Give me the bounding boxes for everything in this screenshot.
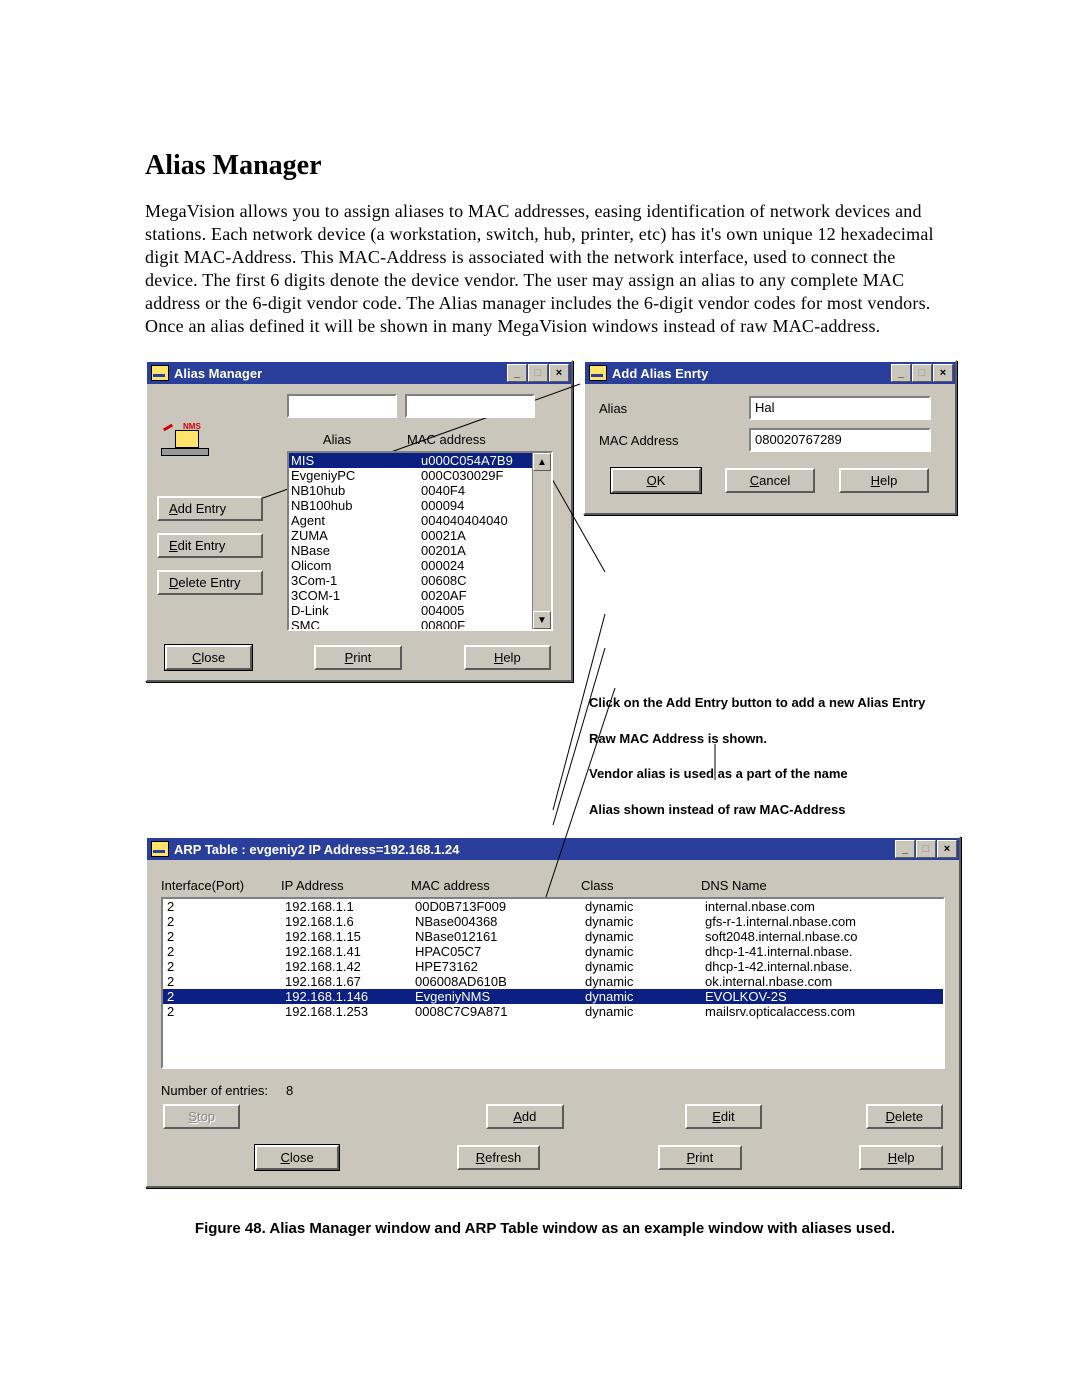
screenshot-figure: Alias Manager _ □ × NMS [145,360,957,1188]
scrollbar[interactable]: ▲ ▼ [532,453,551,629]
delete-button[interactable]: Delete [866,1104,943,1129]
arp-listbox[interactable]: 2192.168.1.100D0B713F009dynamicinternal.… [161,897,945,1069]
alias-window-title: Alias Manager [174,366,262,381]
close-icon[interactable]: × [549,364,569,382]
list-item[interactable]: SMC00800F [289,618,551,631]
cancel-button[interactable]: Cancel [725,468,815,493]
stop-button[interactable]: Stop [163,1104,240,1129]
arp-h-ip: IP Address [281,878,411,893]
scroll-down-icon[interactable]: ▼ [533,611,551,629]
add-alias-window: Add Alias Enrty _ □ × Alias Hal MAC Addr… [583,360,957,515]
maximize-icon[interactable]: □ [528,364,548,382]
add-button[interactable]: Add [486,1104,563,1129]
add-window-title: Add Alias Enrty [612,366,708,381]
minimize-icon[interactable]: _ [507,364,527,382]
list-item[interactable]: 3Com-100608C [289,573,551,588]
table-row[interactable]: 2192.168.1.6NBase004368dynamicgfs-r-1.in… [163,914,943,929]
mac-input[interactable]: 080020767289 [749,428,931,452]
annotation-3: Vendor alias is used as a part of the na… [589,765,957,783]
annotation-4: Alias shown instead of raw MAC-Address [589,801,957,819]
arp-titlebar[interactable]: ARP Table : evgeniy2 IP Address=192.168.… [147,838,959,860]
arp-h-mac: MAC address [411,878,581,893]
list-item[interactable]: EvgeniyPC000C030029F [289,468,551,483]
close-button[interactable]: Close [165,645,252,670]
help-button[interactable]: Help [859,1145,943,1170]
arp-h-iface: Interface(Port) [161,878,281,893]
arp-table-window: ARP Table : evgeniy2 IP Address=192.168.… [145,836,961,1188]
num-entries-value: 8 [286,1083,293,1098]
delete-entry-button[interactable]: Delete Entry [157,570,263,595]
table-row[interactable]: 2192.168.1.67006008AD610Bdynamicok.inter… [163,974,943,989]
list-item[interactable]: MISu000C054A7B9 [289,453,551,468]
list-item[interactable]: NBase00201A [289,543,551,558]
list-item[interactable]: D-Link004005 [289,603,551,618]
list-item[interactable]: NB100hub000094 [289,498,551,513]
maximize-icon[interactable]: □ [912,364,932,382]
annotation-2: Raw MAC Address is shown. [589,730,957,748]
intro-paragraph: MegaVision allows you to assign aliases … [145,200,945,338]
help-button[interactable]: Help [464,645,551,670]
list-item[interactable]: NB10hub0040F4 [289,483,551,498]
alias-header-alias: Alias [267,432,407,447]
table-row[interactable]: 2192.168.1.100D0B713F009dynamicinternal.… [163,899,943,914]
arp-h-class: Class [581,878,701,893]
alias-manager-window: Alias Manager _ □ × NMS [145,360,573,682]
add-entry-button[interactable]: Add Entry [157,496,263,521]
list-item[interactable]: ZUMA00021A [289,528,551,543]
add-titlebar[interactable]: Add Alias Enrty _ □ × [585,362,955,384]
annotation-1: Click on the Add Entry button to add a n… [589,694,957,712]
app-icon [589,365,607,381]
minimize-icon[interactable]: _ [895,840,915,858]
alias-label: Alias [599,401,749,416]
alias-titlebar[interactable]: Alias Manager _ □ × [147,362,571,384]
num-entries-label: Number of entries: [161,1083,268,1098]
print-button[interactable]: Print [658,1145,742,1170]
table-row[interactable]: 2192.168.1.42HPE73162dynamicdhcp-1-42.in… [163,959,943,974]
alias-input[interactable]: Hal [749,396,931,420]
close-button[interactable]: Close [255,1145,339,1170]
list-item[interactable]: 3COM-10020AF [289,588,551,603]
edit-entry-button[interactable]: Edit Entry [157,533,263,558]
app-icon [151,365,169,381]
list-item[interactable]: Olicom000024 [289,558,551,573]
edit-button[interactable]: Edit [685,1104,762,1129]
figure-caption: Figure 48. Alias Manager window and ARP … [145,1218,945,1240]
table-row[interactable]: 2192.168.1.2530008C7C9A871dynamicmailsrv… [163,1004,943,1019]
mac-label: MAC Address [599,433,749,448]
nms-icon: NMS [161,424,207,456]
arp-window-title: ARP Table : evgeniy2 IP Address=192.168.… [174,842,459,857]
maximize-icon[interactable]: □ [916,840,936,858]
section-heading: Alias Manager [145,150,945,182]
help-button[interactable]: Help [839,468,929,493]
table-row[interactable]: 2192.168.1.15NBase012161dynamicsoft2048.… [163,929,943,944]
alias-header-mac: MAC address [407,432,537,447]
filter-mac-input[interactable] [405,394,535,418]
close-icon[interactable]: × [933,364,953,382]
minimize-icon[interactable]: _ [891,364,911,382]
filter-alias-input[interactable] [287,394,397,418]
refresh-button[interactable]: Refresh [457,1145,541,1170]
list-item[interactable]: Agent004040404040 [289,513,551,528]
ok-button[interactable]: OK [611,468,701,493]
arp-h-dns: DNS Name [701,878,901,893]
close-icon[interactable]: × [937,840,957,858]
alias-listbox[interactable]: MISu000C054A7B9EvgeniyPC000C030029FNB10h… [287,451,553,631]
scroll-up-icon[interactable]: ▲ [533,453,551,471]
print-button[interactable]: Print [314,645,401,670]
table-row[interactable]: 2192.168.1.41HPAC05C7dynamicdhcp-1-41.in… [163,944,943,959]
table-row[interactable]: 2192.168.1.146EvgeniyNMSdynamicEVOLKOV-2… [163,989,943,1004]
app-icon [151,841,169,857]
